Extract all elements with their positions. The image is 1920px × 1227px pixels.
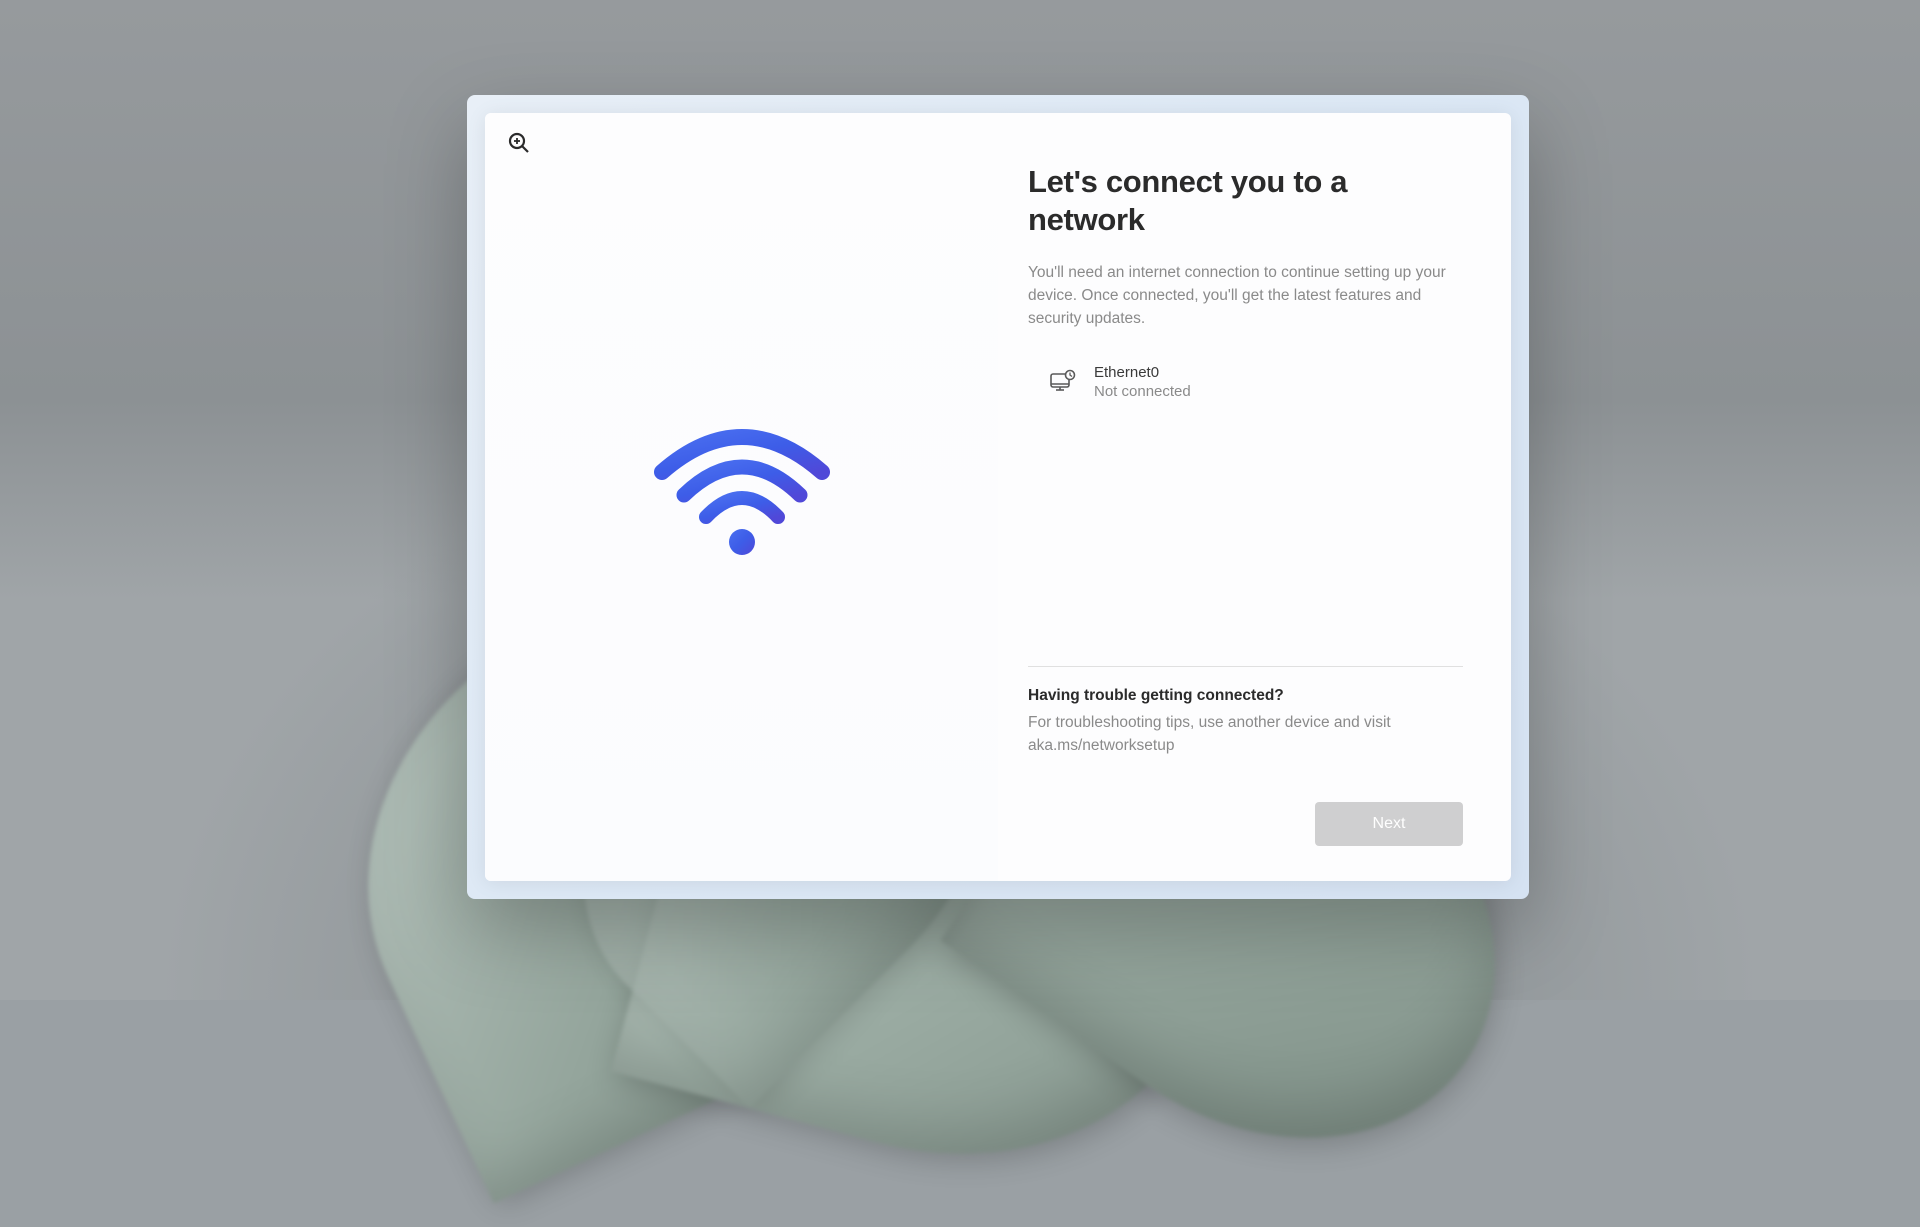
wifi-icon	[642, 387, 842, 587]
next-button[interactable]: Next	[1315, 802, 1463, 846]
network-item-ethernet[interactable]: Ethernet0 Not connected	[1028, 360, 1463, 404]
page-description: You'll need an internet connection to co…	[1028, 261, 1463, 331]
content-panel: Let's connect you to a network You'll ne…	[998, 113, 1511, 881]
divider	[1028, 666, 1463, 667]
setup-content-panel: Let's connect you to a network You'll ne…	[485, 113, 1511, 881]
page-title: Let's connect you to a network	[1028, 163, 1463, 239]
trouble-text: For troubleshooting tips, use another de…	[1028, 711, 1463, 758]
ethernet-icon	[1048, 368, 1076, 396]
setup-wizard-window: Let's connect you to a network You'll ne…	[467, 95, 1529, 899]
illustration-panel	[485, 113, 998, 881]
network-info: Ethernet0 Not connected	[1094, 364, 1191, 400]
trouble-heading: Having trouble getting connected?	[1028, 687, 1463, 705]
network-status: Not connected	[1094, 383, 1191, 400]
magnifier-icon[interactable]	[507, 131, 531, 155]
network-name: Ethernet0	[1094, 364, 1191, 381]
troubleshooting-section: Having trouble getting connected? For tr…	[1028, 687, 1463, 758]
button-row: Next	[1028, 802, 1463, 846]
